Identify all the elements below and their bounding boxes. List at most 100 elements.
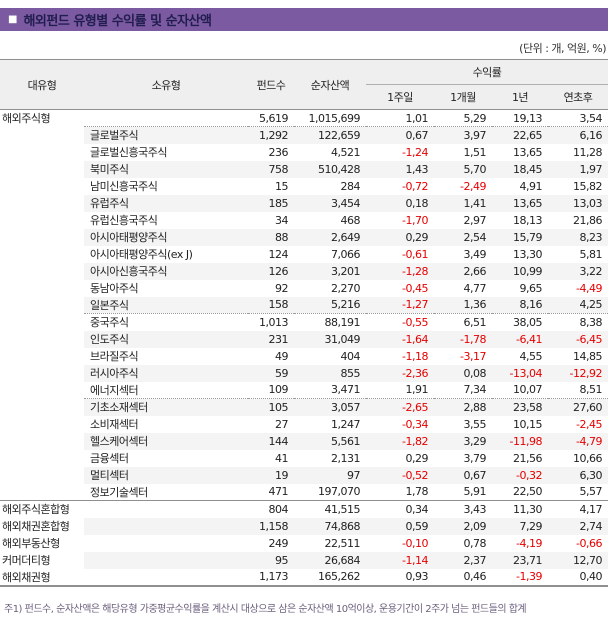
return-1y-cell: -11,98 (492, 432, 548, 450)
return-1w-cell: -0,34 (402, 417, 428, 431)
return-ytd-cell: -0,66 (576, 536, 602, 550)
table-row: 해외주식혼합형 804 41,515 0,34 3,43 11,30 4,17 (0, 500, 608, 518)
return-1y-cell: 10,07 (513, 383, 543, 397)
table-row: 해외채권혼합형 1,158 74,868 0,59 2,09 7,29 2,74 (0, 517, 608, 535)
minor-type-cell: 정보기술섹터 (90, 485, 148, 499)
net-asset-cell: 22,511 (324, 536, 361, 550)
return-1w-cell: 0,67 (366, 126, 434, 144)
major-type-cell (0, 229, 84, 246)
net-asset-cell: 26,684 (294, 551, 366, 569)
net-asset-cell: 3,471 (331, 383, 361, 397)
major-type-cell: 해외부동산형 (2, 537, 60, 550)
return-ytd-cell: 13,03 (548, 194, 608, 212)
return-1y-cell: 18,13 (513, 213, 543, 227)
minor-type-cell: 남미신흥국주식 (90, 180, 158, 193)
return-ytd-cell: 10,66 (573, 451, 603, 465)
return-1w-cell: 0,18 (366, 194, 434, 212)
minor-type-cell: 글로벌주식 (84, 126, 248, 144)
col-header-major-type: 대유형 (0, 59, 84, 110)
return-1m-cell: 3,79 (463, 451, 487, 465)
table-row: 해외부동산형 249 22,511 -0,10 0,78 -4,19 -0,66 (0, 535, 608, 552)
page: ■ 해외펀드 유형별 수익률 및 순자산액 (단위 : 개, 억원, %) 대유… (0, 8, 608, 615)
col-header-returns-group: 수익률 (366, 59, 608, 85)
net-asset-cell: 122,659 (294, 126, 366, 144)
net-asset-cell: 2,649 (294, 228, 366, 246)
return-1y-cell: 4,55 (519, 349, 543, 363)
return-1m-cell: 3,49 (463, 247, 487, 261)
return-1w-cell: -0,72 (402, 179, 428, 193)
table-row: 아시아신흥국주식 126 3,201 -1,28 2,66 10,99 3,22 (0, 262, 608, 280)
return-1y-cell: 38,05 (492, 313, 548, 331)
minor-type-cell: 중국주식 (84, 313, 248, 331)
minor-type-cell: 아시아태평양주식(ex J) (90, 248, 193, 261)
net-asset-cell: 284 (340, 179, 361, 193)
return-1y-cell: -1,39 (516, 570, 542, 583)
return-1y-cell: -13,04 (492, 364, 548, 382)
return-1w-cell: 1,01 (366, 109, 434, 127)
major-type-cell: 해외주식형 (0, 109, 84, 127)
net-asset-cell: 3,057 (294, 398, 366, 416)
minor-type-cell (84, 500, 248, 518)
minor-type-cell: 글로벌신흥국주식 (90, 146, 167, 159)
major-type-cell (0, 263, 84, 280)
minor-type-cell (84, 551, 248, 569)
return-1w-cell: -1,27 (366, 296, 434, 314)
table-row: 브라질주식 49 404 -1,18 -3,17 4,55 14,85 (0, 348, 608, 365)
major-type-cell (0, 314, 84, 331)
return-1y-cell: 13,65 (492, 194, 548, 212)
return-1w-cell: -1,14 (366, 551, 434, 569)
return-1m-cell: 0,46 (463, 570, 487, 583)
return-1w-cell: 1,78 (405, 485, 429, 499)
return-ytd-cell: 8,38 (548, 313, 608, 331)
footnote: 주1) 펀드수, 순자산액은 해당유형 가중평균수익률을 계산시 대상으로 삼은… (4, 603, 527, 615)
return-ytd-cell: 21,86 (573, 213, 603, 227)
return-1w-cell: -0,45 (402, 281, 428, 295)
return-1w-cell: -0,55 (366, 313, 434, 331)
return-1y-cell: 10,15 (513, 417, 543, 431)
return-1m-cell: 2,37 (434, 551, 492, 569)
return-ytd-cell: 5,57 (579, 485, 603, 499)
net-asset-cell: 197,070 (318, 485, 361, 499)
net-asset-cell: 97 (294, 466, 366, 484)
return-1y-cell: -0,32 (492, 466, 548, 484)
fund-count-cell: 105 (248, 398, 294, 416)
return-1m-cell: 5,70 (434, 160, 492, 178)
fund-count-cell: 1,013 (248, 313, 294, 331)
return-ytd-cell: -6,45 (548, 330, 608, 348)
table-row: 커머더티형 95 26,684 -1,14 2,37 23,71 12,70 (0, 551, 608, 569)
major-type-cell: 해외채권형 (2, 570, 51, 584)
table-row: 글로벌신흥국주식 236 4,521 -1,24 1,51 13,65 11,28 (0, 144, 608, 161)
fund-count-cell: 158 (248, 296, 294, 314)
table-row: 에너지섹터 109 3,471 1,91 7,34 10,07 8,51 (0, 382, 608, 399)
table-row: 정보기술섹터 471 197,070 1,78 5,91 22,50 5,57 (0, 484, 608, 501)
return-1m-cell: 5,29 (434, 109, 492, 127)
return-ytd-cell: 12,70 (548, 551, 608, 569)
minor-type-cell: 인도주식 (84, 330, 248, 348)
col-header-return-ytd: 연초후 (548, 84, 608, 110)
return-1w-cell: -0,61 (402, 247, 428, 261)
return-ytd-cell: 8,23 (548, 228, 608, 246)
return-1w-cell: -1,82 (366, 432, 434, 450)
table-row: 유럽주식 185 3,454 0,18 1,41 13,65 13,03 (0, 194, 608, 212)
major-type-cell (0, 348, 84, 365)
major-type-cell (0, 331, 84, 348)
return-ytd-cell: 3,22 (548, 262, 608, 280)
major-type-cell (0, 127, 84, 144)
return-ytd-cell: 6,16 (548, 126, 608, 144)
minor-type-cell (84, 535, 248, 552)
table-row: 해외채권형 1,173 165,262 0,93 0,46 -1,39 0,40 (0, 569, 608, 586)
col-header-fund-count: 펀드수 (248, 59, 294, 110)
return-1w-cell: 0,29 (366, 228, 434, 246)
return-ytd-cell: 27,60 (548, 398, 608, 416)
fund-count-cell: 144 (248, 432, 294, 450)
return-1m-cell: 0,67 (434, 466, 492, 484)
net-asset-cell: 510,428 (294, 160, 366, 178)
table-row: 멀티섹터 19 97 -0,52 0,67 -0,32 6,30 (0, 466, 608, 484)
fund-count-cell: 1,173 (259, 570, 289, 583)
fund-count-cell: 27 (275, 417, 289, 431)
minor-type-cell: 소비재섹터 (90, 418, 139, 431)
return-ytd-cell: 8,51 (579, 383, 603, 397)
return-1m-cell: 1,36 (434, 296, 492, 314)
major-type-cell (0, 297, 84, 314)
major-type-cell (0, 382, 84, 399)
